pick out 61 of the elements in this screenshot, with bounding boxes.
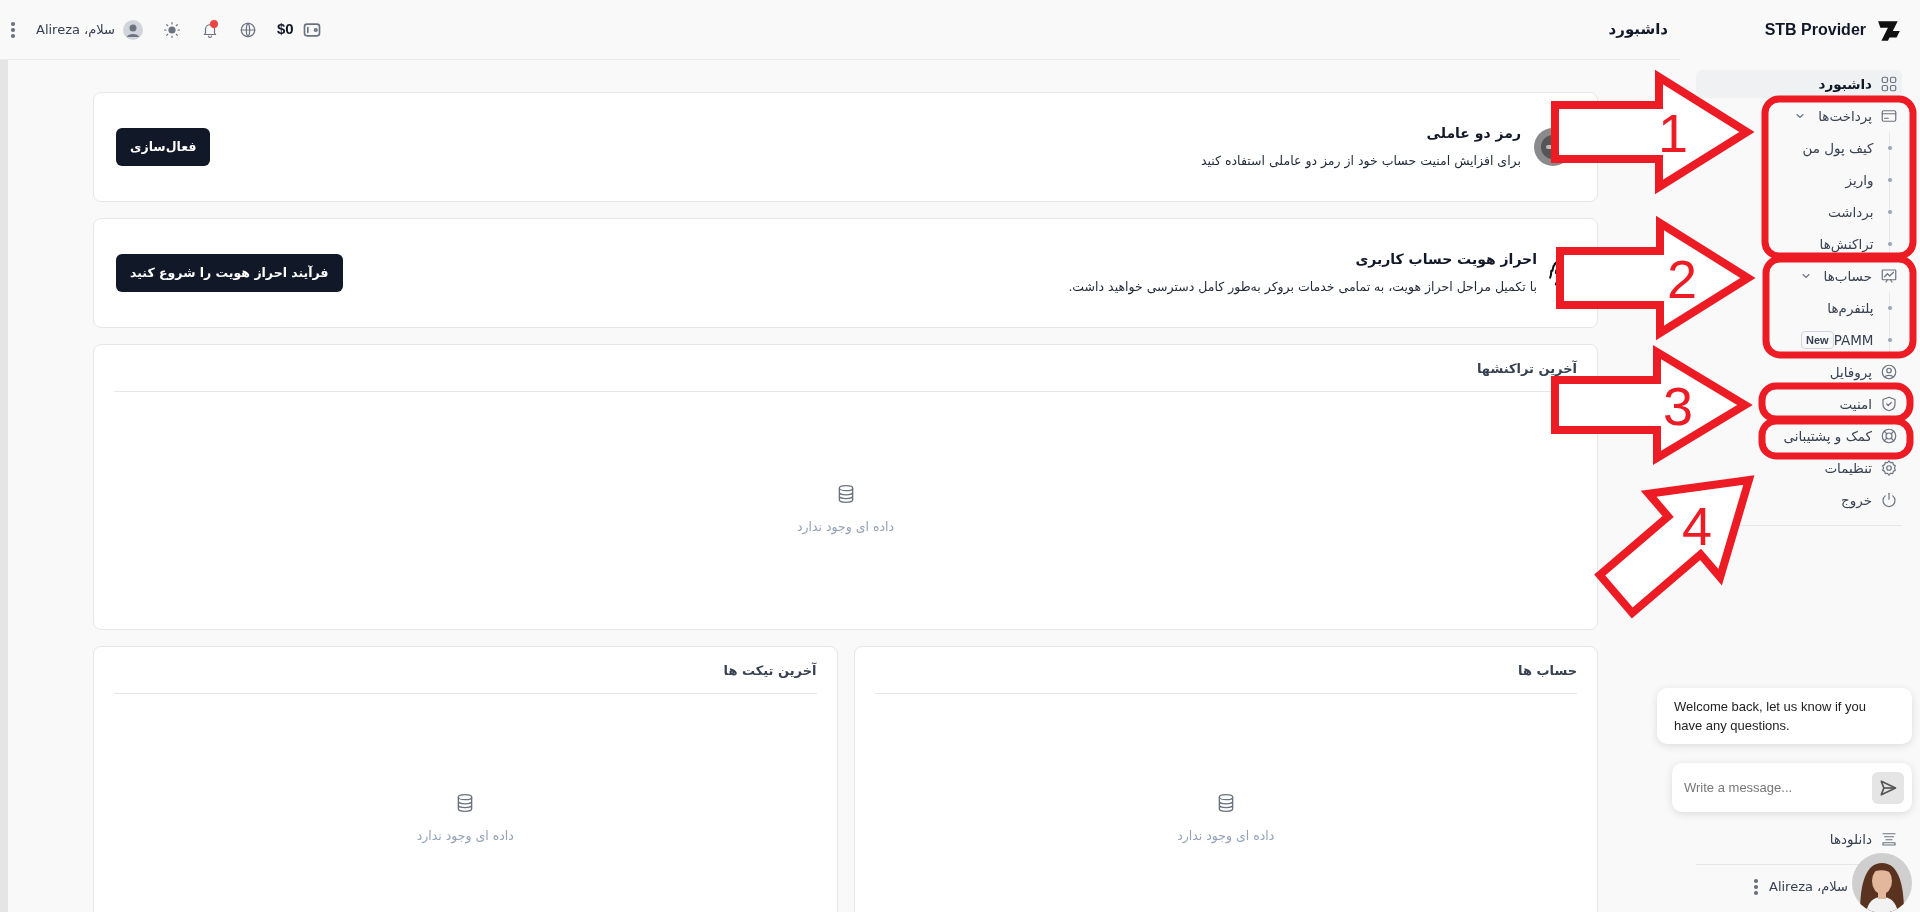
- card-title: احراز هویت حساب کاربری: [1354, 250, 1537, 270]
- balance-amount: $0: [277, 19, 294, 40]
- action-button[interactable]: فرآیند احراز هویت را شروع کنید: [116, 253, 343, 293]
- bullet-icon: [1887, 242, 1892, 246]
- empty-message: داده ای وجود ندارد: [796, 517, 895, 537]
- power-icon: [1880, 491, 1898, 509]
- annotation-number: 1: [1658, 103, 1688, 163]
- more-icon: [1753, 878, 1759, 896]
- annotation-number: 4: [1682, 496, 1712, 556]
- sidebar-item[interactable]: خروج: [1836, 491, 1902, 509]
- sidebar-item[interactable]: داشبورد: [1696, 70, 1902, 98]
- settings-icon: [1880, 459, 1898, 477]
- chat-message: Welcome back, let us know if you have any questions.: [1657, 688, 1912, 744]
- annotation-number: 3: [1663, 376, 1693, 436]
- bullet-icon: [1887, 178, 1892, 182]
- submenu-item[interactable]: تراکنش‌ها: [1819, 235, 1874, 253]
- panel-title: آخرین تیکت ها: [114, 647, 817, 694]
- message-box[interactable]: Write a message...: [1672, 763, 1912, 812]
- bullet-icon: [1887, 146, 1892, 150]
- card-title: رمز دو عاملی: [1425, 124, 1521, 144]
- new-badge: New: [1801, 330, 1834, 350]
- card-description: با تکمیل مراحل احراز هویت، به تمامی خدمات بروکر به‌طور کامل دسترسی خواهید داشت.: [1068, 278, 1537, 297]
- sidebar-item[interactable]: تنظیمات: [1820, 459, 1902, 477]
- card-icon: [1880, 107, 1898, 125]
- submenu-item[interactable]: PAMM: [1833, 331, 1874, 349]
- message-field[interactable]: Write a message...: [1682, 776, 1872, 799]
- sidebar-item[interactable]: حساب‌ها: [1795, 267, 1902, 285]
- annotation-number: 2: [1667, 249, 1697, 309]
- sidebar-item[interactable]: پرداخت‌ها: [1790, 107, 1902, 125]
- sidebar-item[interactable]: دانلودها: [1825, 830, 1902, 848]
- action-button[interactable]: فعال‌سازی: [116, 127, 211, 167]
- bullet-icon: [1887, 210, 1892, 214]
- submenu-item[interactable]: واریز: [1845, 171, 1874, 189]
- user-icon: [1880, 363, 1898, 381]
- lifebuoy-icon: [1880, 427, 1898, 445]
- user-greeting: سلام، Alireza: [1769, 878, 1848, 897]
- card-description: برای افزایش امنیت حساب خود از رمز دو عاملی استفاده کنید: [1200, 152, 1521, 171]
- chart-board-icon: [1880, 267, 1898, 285]
- globe-icon: [239, 20, 257, 39]
- page-title: داشبورد: [1608, 19, 1668, 41]
- sidebar-item[interactable]: پروفایل: [1825, 363, 1902, 381]
- avatar-icon: [123, 19, 143, 40]
- shield-icon: [1880, 395, 1898, 413]
- sidebar-item[interactable]: امنیت: [1835, 395, 1902, 413]
- brand-name: STB Provider: [1764, 20, 1866, 40]
- panel-title: حساب ها: [874, 647, 1577, 694]
- submenu-item[interactable]: پلتفرم‌ها: [1827, 299, 1874, 317]
- send-icon: [1878, 777, 1898, 798]
- sidebar-item[interactable]: کمک و پشتیبانی: [1779, 427, 1902, 445]
- empty-message: داده ای وجود ندارد: [416, 826, 514, 846]
- bullet-icon: [1887, 338, 1892, 342]
- empty-message: داده ای وجود ندارد: [1177, 826, 1275, 846]
- user-greeting: سلام، Alireza: [36, 20, 115, 39]
- download-tray-icon: [1880, 830, 1898, 848]
- sun-icon: [163, 20, 181, 39]
- send-button[interactable]: [1872, 771, 1904, 804]
- grid-icon: [1880, 75, 1898, 93]
- submenu-item[interactable]: برداشت: [1827, 203, 1874, 221]
- bullet-icon: [1887, 306, 1892, 310]
- submenu-item[interactable]: کیف پول من: [1802, 139, 1874, 157]
- more-icon: [10, 20, 16, 39]
